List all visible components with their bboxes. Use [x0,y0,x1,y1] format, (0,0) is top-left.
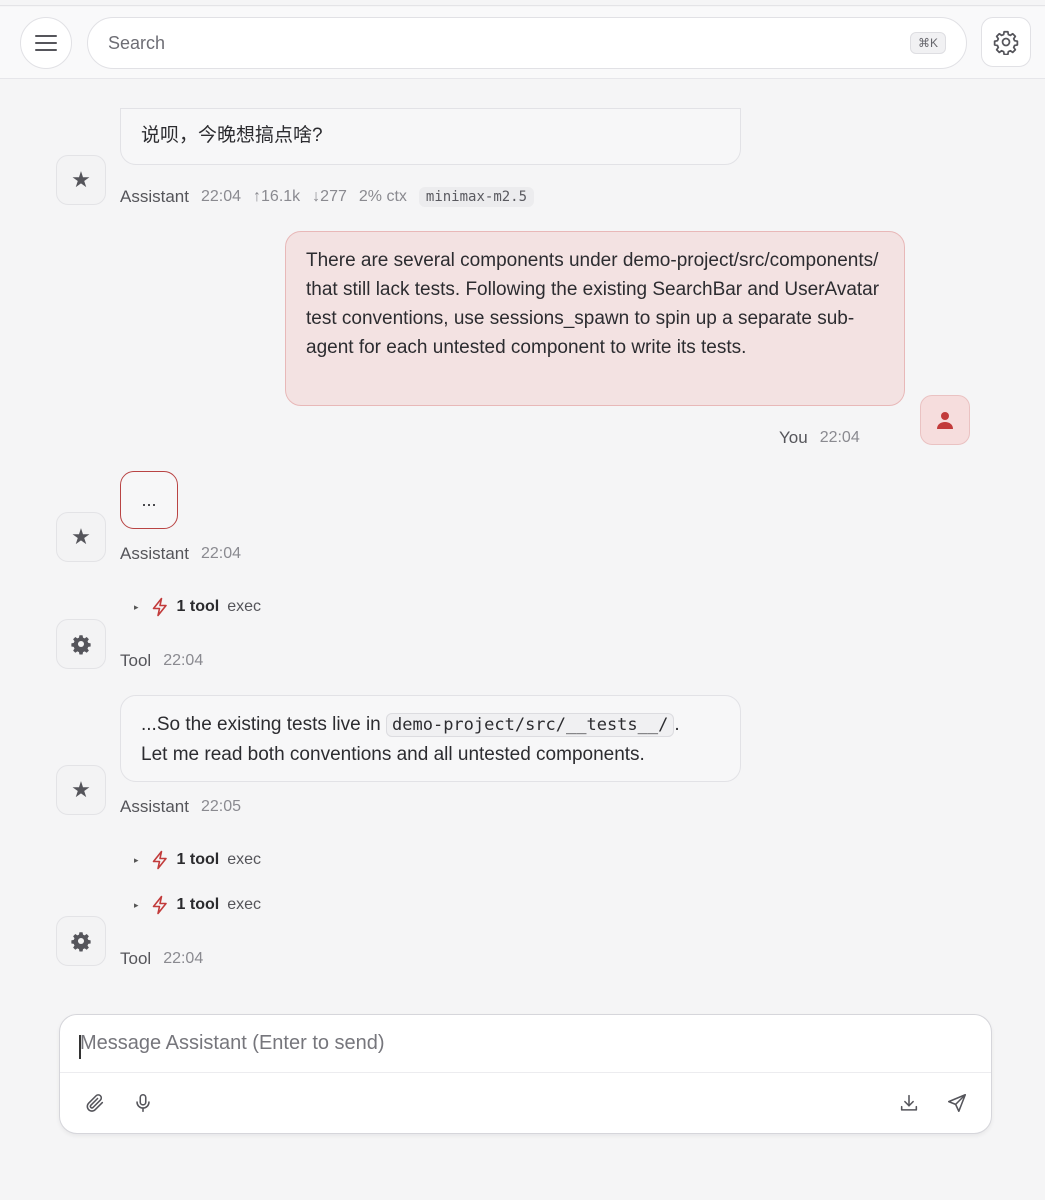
tool-avatar [56,619,106,669]
message-time: 22:04 [163,950,204,967]
chevron-right-icon: ▸ [134,899,139,910]
message-author: Assistant [120,797,189,816]
user-icon [935,410,955,430]
message-input[interactable] [60,1015,991,1073]
message-time: 22:04 [200,188,242,205]
message-author: Tool [120,651,152,670]
menu-icon [34,33,58,53]
search-input[interactable]: Search [108,33,910,54]
tool-count: 1 tool [176,598,220,615]
download-button[interactable] [894,1088,924,1118]
message-text: There are several components under demo-… [306,250,880,358]
chevron-right-icon: ▸ [134,601,139,612]
assistant-avatar: ★ [56,765,106,815]
assistant-message-bubble: ...So the existing tests live in demo-pr… [120,695,741,782]
user-avatar [920,395,970,445]
tool-call-summary[interactable]: ▸ 1 tool exec [134,850,261,870]
tool-name: exec [227,896,261,913]
tool-count: 1 tool [176,896,220,913]
context-usage: 2% ctx [358,188,407,205]
message-time: 22:04 [819,429,860,446]
inline-code: demo-project/src/__tests__/ [386,713,675,737]
bolt-icon [151,850,169,870]
download-icon [898,1092,920,1114]
star-icon: ★ [71,167,91,192]
window-top-edge [0,0,1045,6]
tool-name: exec [227,851,261,868]
tool-count: 1 tool [176,851,220,868]
top-bar: Search ⌘K [0,7,1045,79]
typing-indicator: ... [141,489,157,510]
message-time: 22:04 [200,545,242,562]
assistant-avatar: ★ [56,155,106,205]
message-line: Let me read both conventions and all unt… [141,744,645,765]
send-icon [946,1092,968,1114]
message-composer [59,1014,992,1134]
text-cursor [79,1035,81,1059]
bolt-icon [151,895,169,915]
assistant-typing-bubble: ... [120,471,178,529]
gear-icon [70,930,92,952]
message-meta: Tool 22:04 [120,651,203,671]
star-icon: ★ [71,777,91,802]
search-shortcut-badge: ⌘K [909,32,946,54]
message-time: 22:04 [163,652,204,669]
tokens-up: ↑16.1k [253,188,301,205]
message-meta: Tool 22:04 [120,949,203,969]
tokens-down: ↓277 [312,188,347,205]
message-meta: Assistant 22:05 [120,797,241,817]
attach-button[interactable] [80,1088,110,1118]
search-bar[interactable]: Search ⌘K [87,17,967,69]
assistant-message-bubble: 说呗，今晚想搞点啥? [120,108,741,165]
star-icon: ★ [71,524,91,549]
microphone-button[interactable] [128,1088,158,1118]
message-author: Tool [120,949,152,968]
paperclip-icon [84,1092,106,1114]
message-text: . [674,714,680,735]
message-text: ...So the existing tests live in [141,714,387,735]
model-badge: minimax-m2.5 [418,187,535,207]
assistant-avatar: ★ [56,512,106,562]
message-meta: You 22:04 [779,428,860,448]
chevron-right-icon: ▸ [134,854,139,865]
settings-button[interactable] [981,17,1031,67]
message-author: You [779,428,808,447]
message-text: 说呗，今晚想搞点啥? [141,125,323,146]
send-button[interactable] [942,1088,972,1118]
tool-avatar [56,916,106,966]
tool-call-summary[interactable]: ▸ 1 tool exec [134,895,261,915]
message-author: Assistant [120,544,189,563]
gear-icon [70,633,92,655]
gear-icon [993,29,1019,55]
menu-button[interactable] [20,17,72,69]
message-author: Assistant [120,187,189,206]
message-meta: Assistant 22:04 [120,544,241,564]
user-message-bubble: There are several components under demo-… [285,231,905,406]
message-time: 22:05 [200,798,242,815]
message-meta: Assistant 22:04 ↑16.1k ↓277 2% ctx minim… [120,187,535,207]
tool-call-summary[interactable]: ▸ 1 tool exec [134,597,261,617]
tool-name: exec [227,598,261,615]
bolt-icon [151,597,169,617]
message-line: ...So the existing tests live in demo-pr… [141,710,720,740]
microphone-icon [132,1092,154,1114]
